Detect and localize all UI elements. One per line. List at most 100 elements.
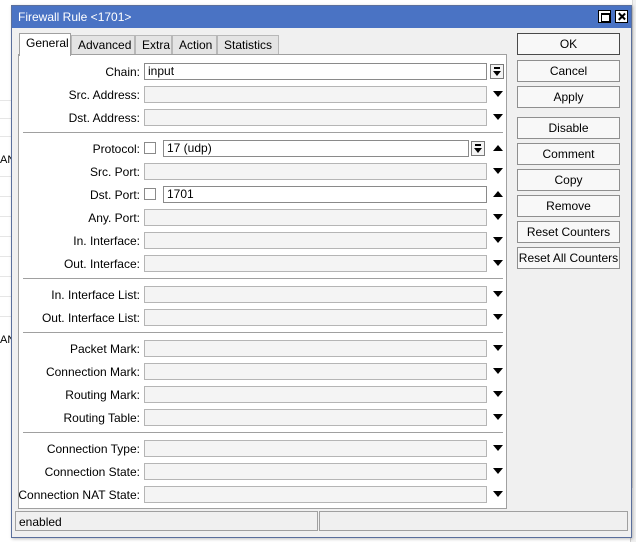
chain-label: Chain: [105,65,140,79]
tab-extra[interactable]: Extra [135,35,172,55]
out-interface-row: Out. Interface: [19,255,506,273]
tab-advanced[interactable]: Advanced [71,35,135,55]
out-interface-list-row: Out. Interface List: [19,309,506,327]
apply-button[interactable]: Apply [517,86,620,108]
status-enabled: enabled [15,511,318,531]
comment-button[interactable]: Comment [517,143,620,165]
in-interface-input[interactable] [144,232,487,249]
tab-general[interactable]: General [19,33,71,56]
expand-down-icon[interactable] [493,260,503,266]
protocol-dropdown-button[interactable] [471,141,485,156]
chain-dropdown-button[interactable] [490,64,504,79]
out-interface-list-label: Out. Interface List: [41,311,140,325]
connection-nat-state-row: Connection NAT State: [18,486,506,504]
routing-mark-row: Routing Mark: [19,386,506,404]
dst-address-row: Dst. Address: [19,109,506,127]
in-interface-list-row: In. Interface List: [19,286,506,304]
tab-action[interactable]: Action [172,35,217,55]
any-port-label: Any. Port: [88,211,140,225]
in-interface-list-label: In. Interface List: [51,288,140,302]
packet-mark-input[interactable] [144,340,487,357]
tab-statistics[interactable]: Statistics [217,35,279,55]
src-address-label: Src. Address: [68,88,140,102]
maximize-icon[interactable] [598,10,611,23]
remove-button[interactable]: Remove [517,195,620,217]
routing-table-row: Routing Table: [19,409,506,427]
connection-state-label: Connection State: [44,465,140,479]
protocol-row: Protocol: 17 (udp) [19,140,506,158]
section-divider [23,132,503,133]
dst-port-label: Dst. Port: [89,188,140,202]
in-interface-list-input[interactable] [144,286,487,303]
src-address-input[interactable] [144,86,487,103]
out-interface-list-input[interactable] [144,309,487,326]
routing-mark-input[interactable] [144,386,487,403]
expand-down-icon[interactable] [493,368,503,374]
expand-down-icon[interactable] [493,291,503,297]
connection-mark-row: Connection Mark: [19,363,506,381]
routing-table-input[interactable] [144,409,487,426]
dst-port-negate-checkbox[interactable] [144,188,156,200]
expand-down-icon[interactable] [493,345,503,351]
chevron-down-icon [474,148,482,153]
chain-input[interactable]: input [144,63,487,80]
any-port-input[interactable] [144,209,487,226]
packet-mark-row: Packet Mark: [19,340,506,358]
src-address-row: Src. Address: [19,86,506,104]
expand-down-icon[interactable] [493,168,503,174]
expand-down-icon[interactable] [493,237,503,243]
expand-down-icon[interactable] [493,391,503,397]
in-interface-label: In. Interface: [73,234,140,248]
collapse-up-icon[interactable] [493,145,503,151]
in-interface-row: In. Interface: [19,232,506,250]
collapse-up-icon[interactable] [493,191,503,197]
title-bar[interactable]: Firewall Rule <1701> [12,6,631,28]
chevron-down-icon [493,71,501,76]
dst-port-row: Dst. Port: 1701 [19,186,506,204]
connection-mark-label: Connection Mark: [45,365,140,379]
window-title: Firewall Rule <1701> [18,10,132,24]
background-right-strip [632,0,636,542]
expand-down-icon[interactable] [493,468,503,474]
expand-down-icon[interactable] [493,91,503,97]
expand-down-icon[interactable] [493,214,503,220]
routing-table-label: Routing Table: [63,411,141,425]
connection-type-row: Connection Type: [19,440,506,458]
dst-address-input[interactable] [144,109,487,126]
section-divider [23,432,503,433]
ok-button[interactable]: OK [517,33,620,55]
connection-type-label: Connection Type: [46,442,140,456]
src-port-row: Src. Port: [19,163,506,181]
any-port-row: Any. Port: [19,209,506,227]
connection-nat-state-input[interactable] [144,486,487,503]
connection-state-input[interactable] [144,463,487,480]
dropdown-bar-icon [475,144,481,146]
out-interface-input[interactable] [144,255,487,272]
firewall-rule-dialog: Firewall Rule <1701> General Advanced Ex… [11,5,632,538]
packet-mark-label: Packet Mark: [69,342,140,356]
expand-down-icon[interactable] [493,314,503,320]
protocol-negate-checkbox[interactable] [144,142,156,154]
reset-all-counters-button[interactable]: Reset All Counters [517,247,620,269]
protocol-input[interactable]: 17 (udp) [163,140,469,157]
disable-button[interactable]: Disable [517,117,620,139]
section-divider [23,278,503,279]
src-port-label: Src. Port: [89,165,140,179]
protocol-label: Protocol: [92,142,140,156]
expand-down-icon[interactable] [493,414,503,420]
dropdown-bar-icon [494,67,500,69]
connection-mark-input[interactable] [144,363,487,380]
expand-down-icon[interactable] [493,491,503,497]
connection-type-input[interactable] [144,440,487,457]
connection-nat-state-label: Connection NAT State: [18,488,140,502]
expand-down-icon[interactable] [493,114,503,120]
src-port-input[interactable] [144,163,487,180]
general-tab-panel: Chain: input Src. Address: Dst. Address:… [18,54,507,509]
cancel-button[interactable]: Cancel [517,60,620,82]
copy-button[interactable]: Copy [517,169,620,191]
expand-down-icon[interactable] [493,445,503,451]
routing-mark-label: Routing Mark: [65,388,140,402]
dst-port-input[interactable]: 1701 [163,186,487,203]
close-icon[interactable] [615,10,628,23]
reset-counters-button[interactable]: Reset Counters [517,221,620,243]
